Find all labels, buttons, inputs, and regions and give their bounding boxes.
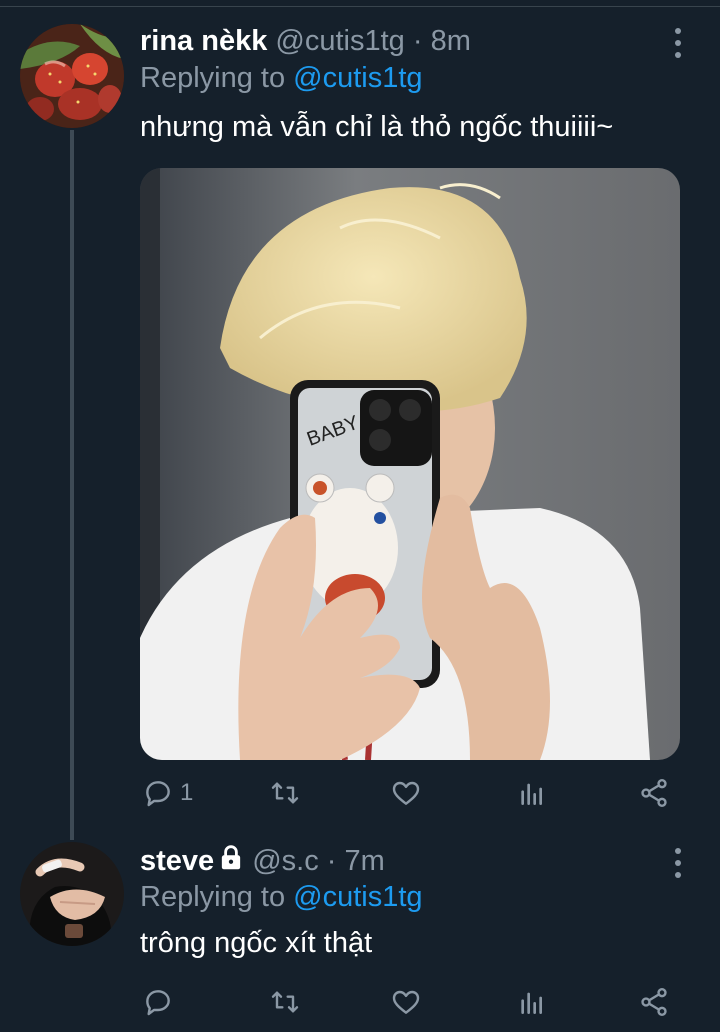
- replying-to: Replying to @cutis1tg: [140, 880, 423, 914]
- replying-to-label: Replying to: [140, 62, 286, 94]
- share-icon: [641, 779, 667, 807]
- retweet-button[interactable]: [268, 982, 302, 1022]
- analytics-button[interactable]: [516, 982, 548, 1022]
- reply-button[interactable]: [142, 982, 180, 1022]
- tweet-actions: 1: [140, 773, 680, 813]
- share-button[interactable]: [638, 982, 670, 1022]
- like-button[interactable]: [390, 982, 422, 1022]
- like-icon: [392, 990, 420, 1014]
- display-name[interactable]: rina nèkk: [140, 25, 267, 57]
- display-name[interactable]: steve: [140, 845, 214, 877]
- reply-mention-link[interactable]: @cutis1tg: [293, 62, 422, 94]
- timestamp[interactable]: 8m: [431, 25, 471, 57]
- analytics-icon: [521, 783, 542, 805]
- tweet-2[interactable]: steve @s.c · 7m Replying to @cutis1tg tr…: [0, 830, 720, 1032]
- like-icon: [392, 781, 420, 805]
- timestamp[interactable]: 7m: [345, 845, 385, 877]
- separator: ·: [412, 25, 423, 57]
- avatar-steve[interactable]: [20, 842, 124, 946]
- retweet-button[interactable]: [268, 773, 302, 813]
- tweet-text: trông ngốc xít thật: [140, 927, 373, 959]
- analytics-icon: [521, 992, 542, 1014]
- analytics-button[interactable]: [516, 773, 548, 813]
- replying-to: Replying to @cutis1tg: [140, 61, 423, 95]
- username[interactable]: @s.c: [252, 845, 319, 877]
- reply-mention-link[interactable]: @cutis1tg: [293, 881, 422, 913]
- share-icon: [641, 988, 667, 1016]
- share-button[interactable]: [638, 773, 670, 813]
- tweet-actions: [140, 982, 680, 1022]
- thread-line: [70, 130, 74, 840]
- more-icon[interactable]: [668, 848, 688, 878]
- retweet-icon: [271, 782, 299, 804]
- reply-button[interactable]: 1: [142, 773, 193, 813]
- like-button[interactable]: [390, 773, 422, 813]
- reply-count: 1: [180, 779, 194, 806]
- tweet-text: nhưng mà vẫn chỉ là thỏ ngốc thuiiii~: [140, 111, 614, 143]
- tweet-image[interactable]: BABY: [140, 168, 680, 760]
- avatar-rina[interactable]: [20, 24, 124, 128]
- lock-icon: [222, 845, 241, 870]
- reply-icon: [146, 990, 170, 1016]
- separator: ·: [326, 845, 337, 877]
- retweet-icon: [271, 991, 299, 1013]
- more-icon[interactable]: [668, 28, 688, 58]
- tweet-header: steve @s.c · 7m: [140, 844, 385, 878]
- replying-to-label: Replying to: [140, 881, 286, 913]
- tweet-header: rina nèkk @cutis1tg · 8m: [140, 24, 471, 58]
- username[interactable]: @cutis1tg: [275, 25, 404, 57]
- reply-icon: [146, 781, 170, 807]
- tweet-1[interactable]: rina nèkk @cutis1tg · 8m Replying to @cu…: [0, 0, 720, 840]
